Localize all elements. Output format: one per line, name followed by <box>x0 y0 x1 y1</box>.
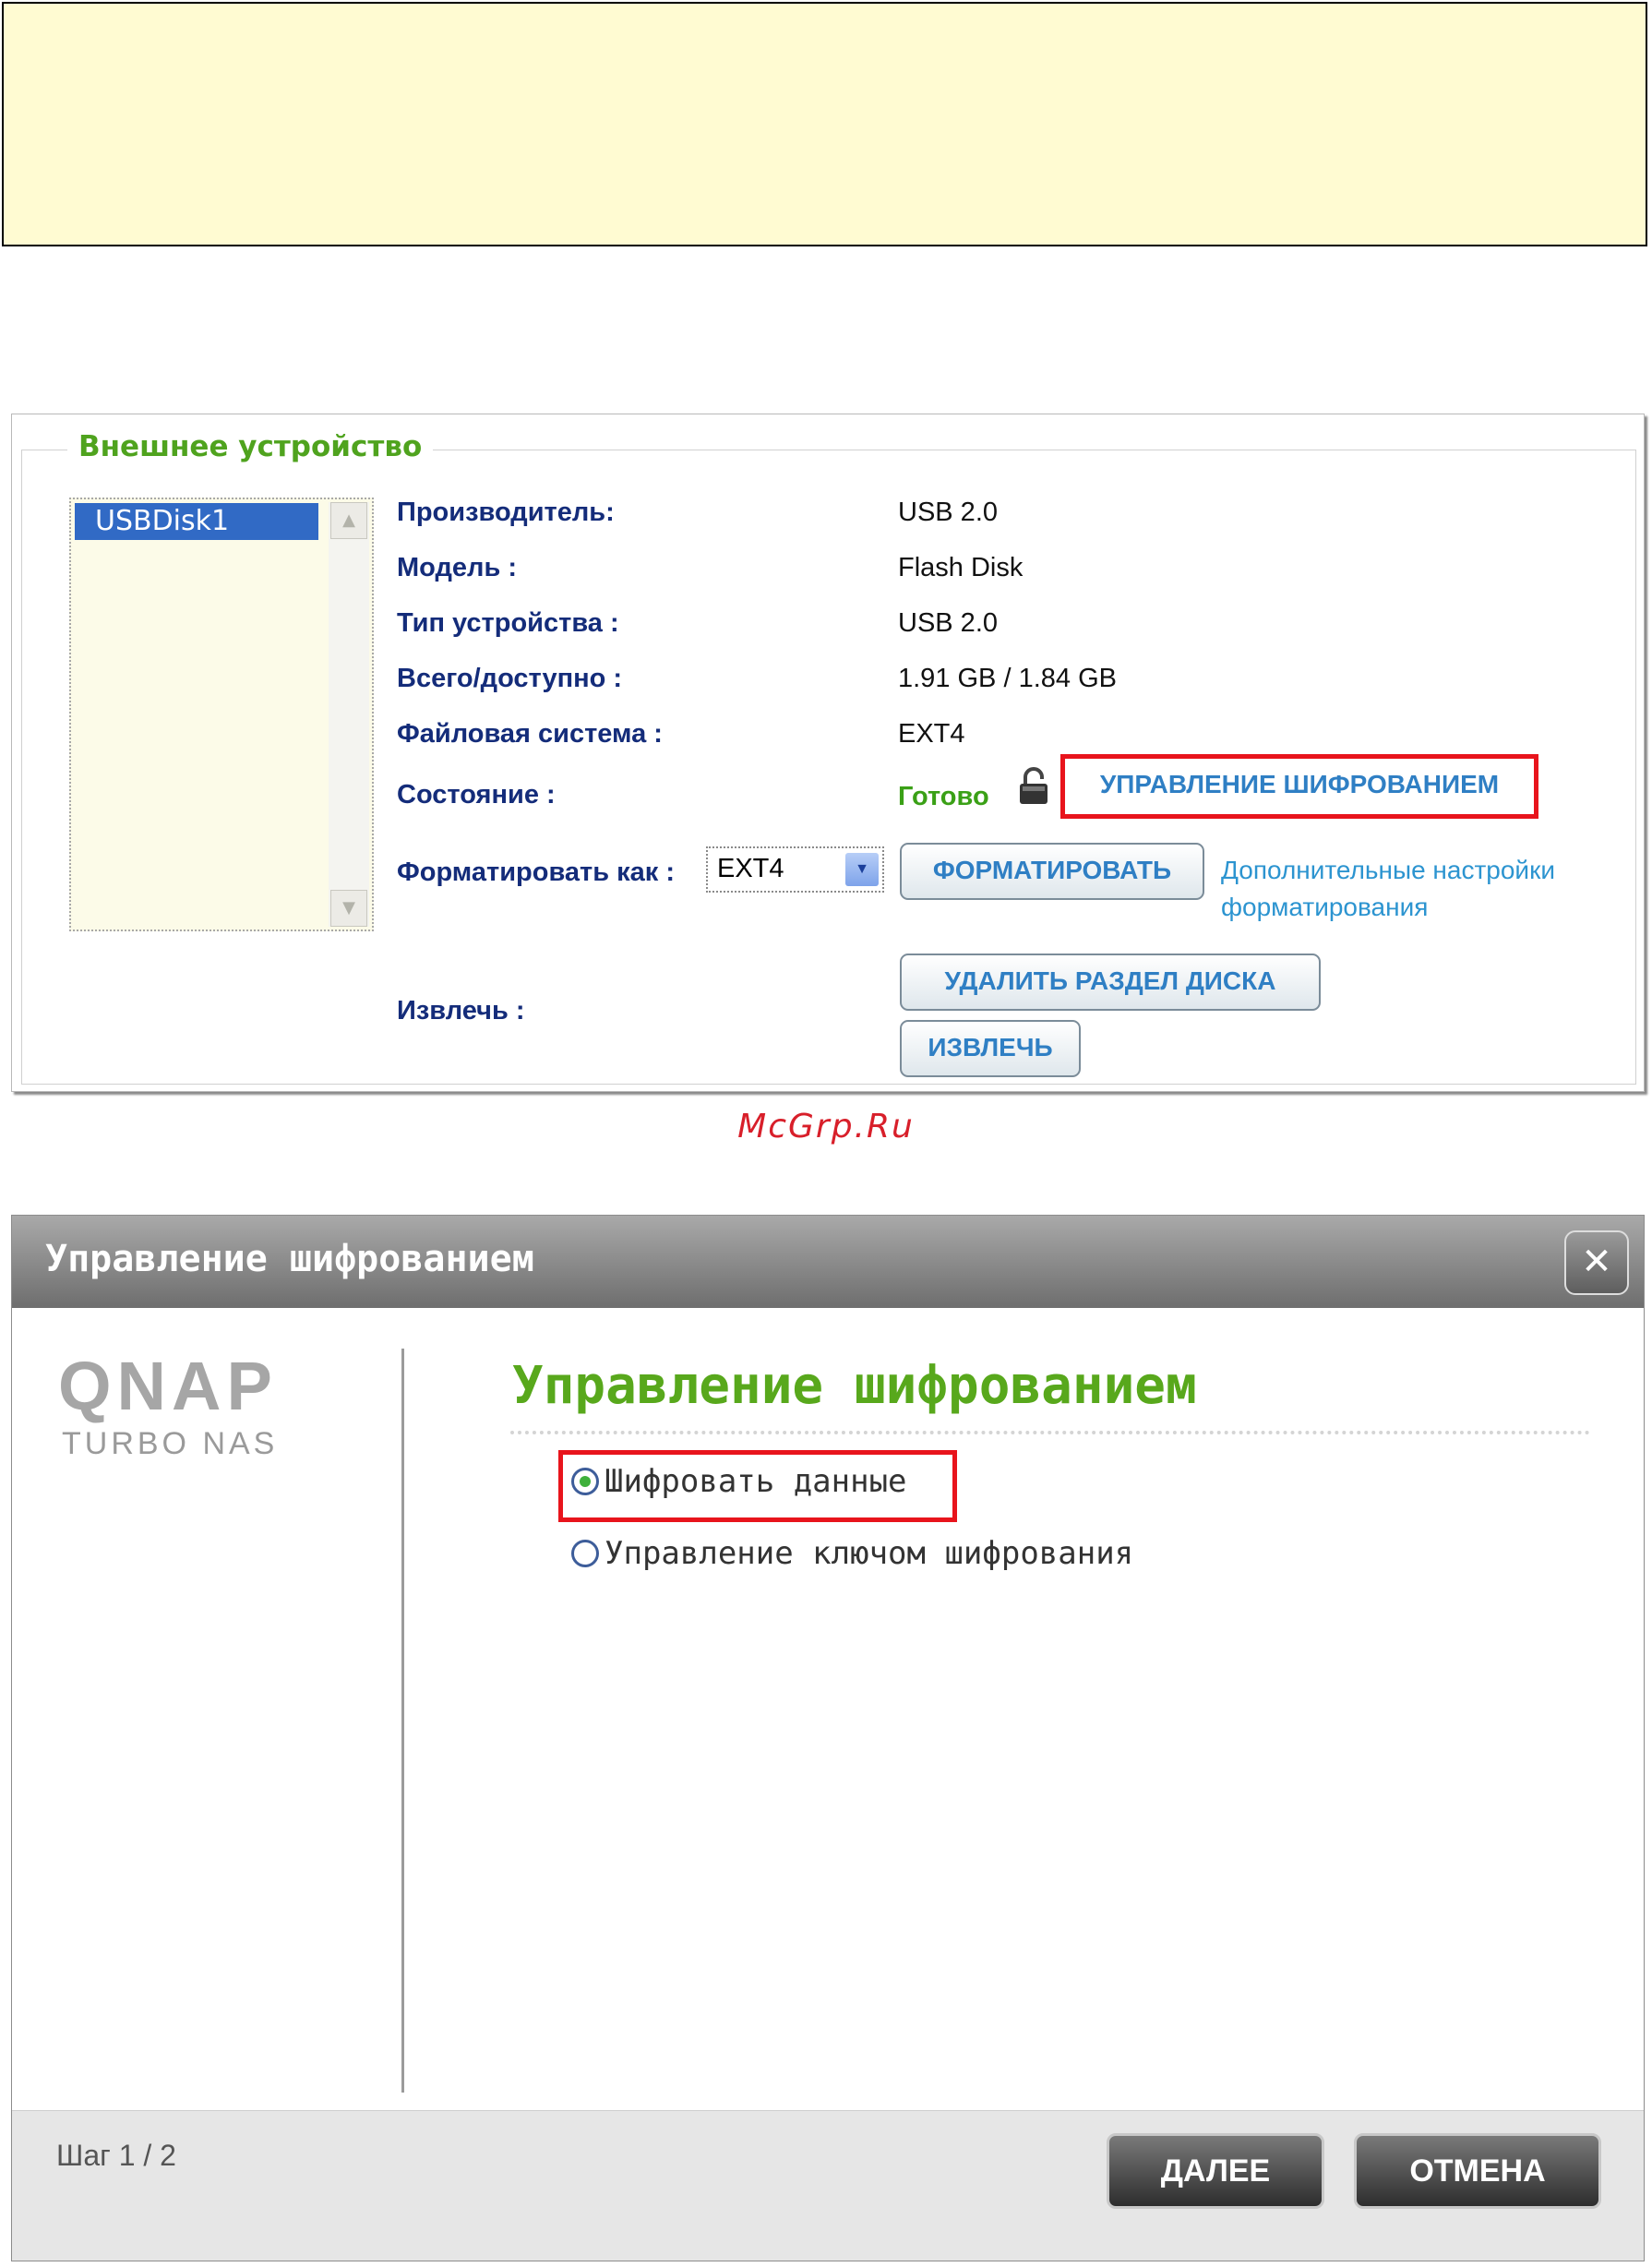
device-type-label: Тип устройства : <box>397 608 619 638</box>
device-type-value: USB 2.0 <box>898 608 998 638</box>
step-indicator: Шаг 1 / 2 <box>56 2139 176 2172</box>
model-label: Модель : <box>397 553 517 582</box>
qnap-logo: QNAP <box>58 1348 278 1424</box>
key-management-option[interactable]: Управление ключом шифрования <box>571 1535 1133 1572</box>
vertical-divider <box>401 1349 404 2093</box>
device-list-scrollbar[interactable]: ▲ ▼ <box>329 502 369 927</box>
filesystem-label: Файловая система : <box>397 719 663 749</box>
dialog-titlebar: Управление шифрованием ✕ <box>12 1216 1644 1308</box>
watermark: McGrp.Ru <box>737 1108 915 1145</box>
model-value: Flash Disk <box>898 553 1024 582</box>
chevron-down-icon[interactable]: ▼ <box>845 853 879 886</box>
eject-label: Извлечь : <box>397 996 525 1026</box>
note-box <box>2 2 1647 246</box>
encryption-dialog: Управление шифрованием ✕ QNAP TURBO NAS … <box>11 1215 1645 2261</box>
dialog-title: Управление шифрованием <box>45 1238 534 1280</box>
unlock-icon <box>1020 767 1047 804</box>
key-management-label: Управление ключом шифрования <box>605 1535 1134 1572</box>
close-icon[interactable]: ✕ <box>1564 1230 1629 1295</box>
qnap-logo-subtitle: TURBO NAS <box>62 1426 279 1461</box>
manufacturer-label: Производитель: <box>397 498 615 527</box>
device-list[interactable]: USBDisk1 ▲ ▼ <box>69 498 374 931</box>
scroll-up-icon[interactable]: ▲ <box>330 502 367 539</box>
device-legend: Внешнее устройство <box>67 430 434 463</box>
dialog-footer: Шаг 1 / 2 ДАЛЕЕ ОТМЕНА <box>12 2110 1644 2261</box>
eject-button[interactable]: ИЗВЛЕЧЬ <box>900 1020 1081 1077</box>
radio-unselected-icon[interactable] <box>571 1540 599 1567</box>
encrypt-data-label: Шифровать данные <box>605 1463 907 1500</box>
device-list-item[interactable]: USBDisk1 <box>75 503 318 540</box>
encrypt-data-option[interactable]: Шифровать данные <box>571 1463 907 1500</box>
filesystem-value: EXT4 <box>898 719 965 749</box>
status-label: Состояние : <box>397 780 556 810</box>
delete-partition-button[interactable]: УДАЛИТЬ РАЗДЕЛ ДИСКА <box>900 954 1321 1011</box>
format-select-value: EXT4 <box>717 854 784 883</box>
scroll-down-icon[interactable]: ▼ <box>330 890 367 927</box>
status-value: Готово <box>898 782 989 811</box>
external-device-panel: Внешнее устройство USBDisk1 ▲ ▼ Производ… <box>11 414 1645 1092</box>
advanced-format-link[interactable]: Дополнительные настройки форматирования <box>1221 852 1652 926</box>
format-select[interactable]: EXT4 ▼ <box>706 846 884 893</box>
heading-divider <box>510 1431 1590 1434</box>
manufacturer-value: USB 2.0 <box>898 498 998 527</box>
format-as-label: Форматировать как : <box>397 858 675 887</box>
radio-selected-icon[interactable] <box>571 1468 599 1495</box>
format-button[interactable]: ФОРМАТИРОВАТЬ <box>900 843 1204 900</box>
total-free-value: 1.91 GB / 1.84 GB <box>898 664 1117 693</box>
total-free-label: Всего/доступно : <box>397 664 623 693</box>
cancel-button[interactable]: ОТМЕНА <box>1354 2133 1601 2209</box>
manage-encryption-button[interactable]: УПРАВЛЕНИЕ ШИФРОВАНИЕМ <box>1070 763 1529 810</box>
next-button[interactable]: ДАЛЕЕ <box>1107 2133 1324 2209</box>
dialog-heading: Управление шифрованием <box>512 1356 1197 1416</box>
